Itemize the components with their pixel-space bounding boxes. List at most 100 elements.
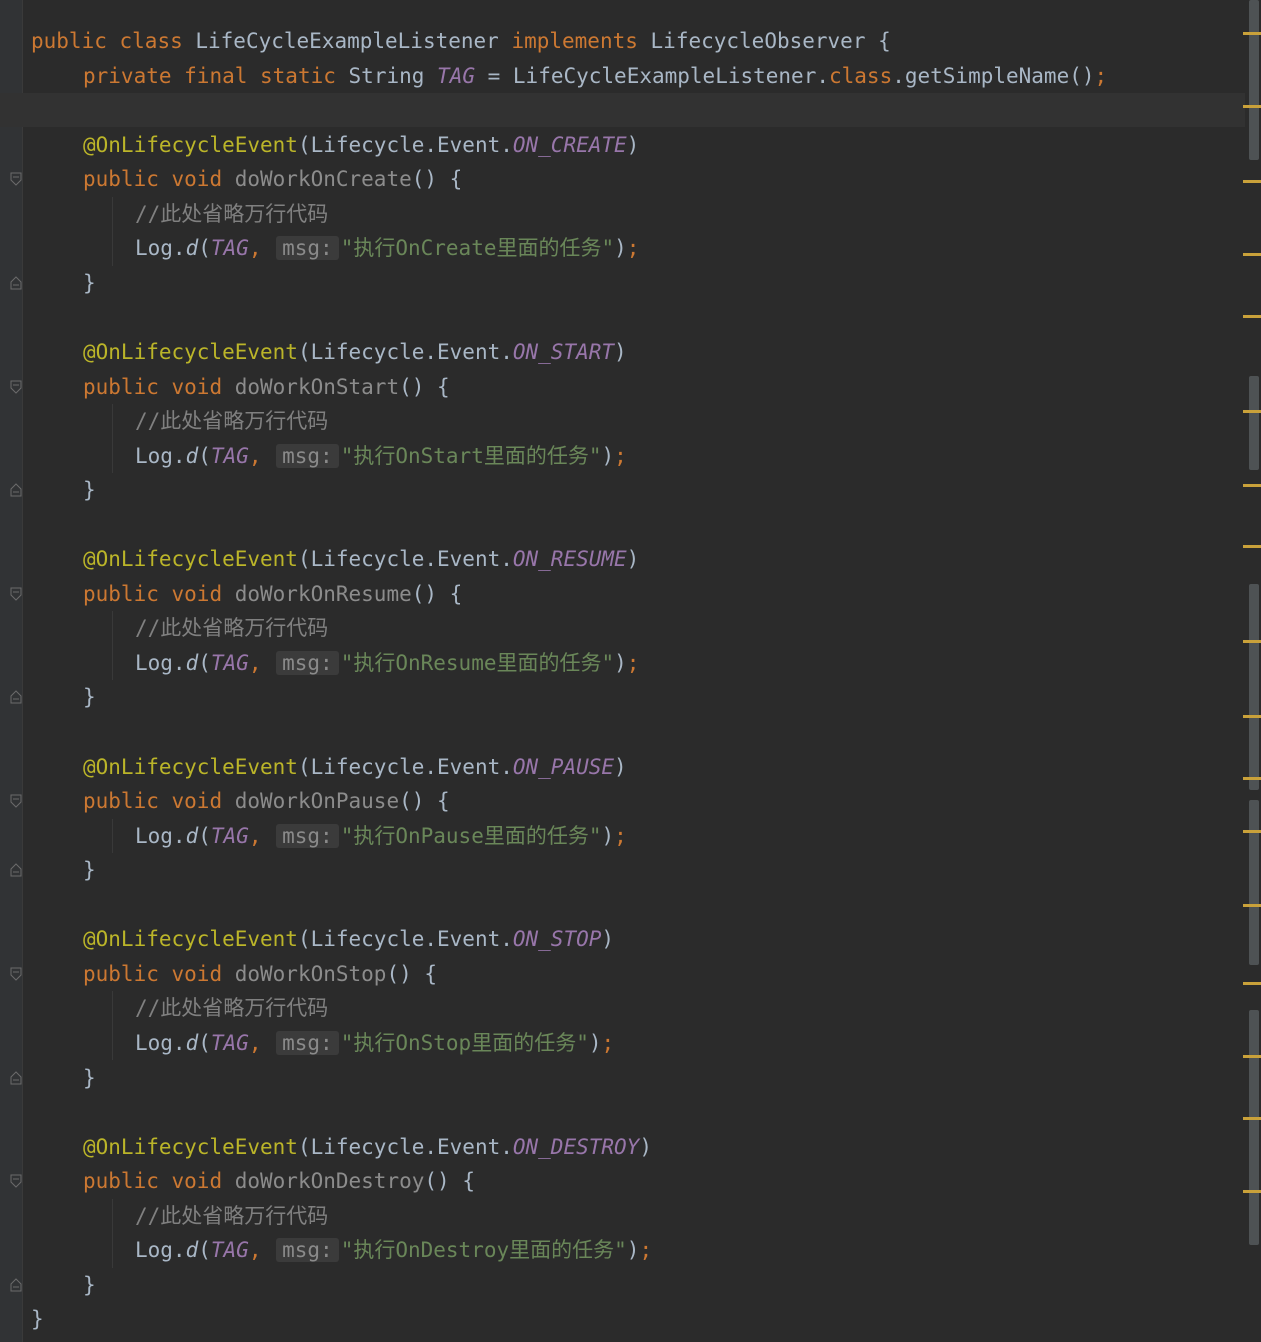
fold-close-icon[interactable] xyxy=(10,483,22,497)
error-stripe-marker[interactable] xyxy=(1243,904,1261,907)
code-line[interactable]: } xyxy=(0,266,1245,300)
error-stripe-marker[interactable] xyxy=(1243,1117,1261,1120)
code-line[interactable] xyxy=(0,300,1245,334)
code-line[interactable]: //此处省略万行代码 xyxy=(0,404,1245,438)
code-line[interactable]: Log.d(TAG, msg: "执行OnResume里面的任务"); xyxy=(0,646,1245,680)
code-line[interactable]: @OnLifecycleEvent(Lifecycle.Event.ON_PAU… xyxy=(0,750,1245,784)
error-stripe-marker[interactable] xyxy=(1243,105,1261,108)
code-line[interactable] xyxy=(0,1095,1245,1129)
code-line[interactable]: public void doWorkOnStart() { xyxy=(0,370,1245,404)
fold-close-icon[interactable] xyxy=(10,863,22,877)
code-token: @OnLifecycleEvent xyxy=(83,547,298,572)
fold-close-icon[interactable] xyxy=(10,1070,22,1085)
parameter-hint: msg: xyxy=(276,1030,339,1055)
code-line[interactable]: @OnLifecycleEvent(Lifecycle.Event.ON_DES… xyxy=(0,1130,1245,1164)
fold-open-icon[interactable] xyxy=(10,172,22,186)
code-line[interactable]: public void doWorkOnResume() { xyxy=(0,577,1245,611)
error-stripe-marker[interactable] xyxy=(1243,715,1261,718)
code-line[interactable]: } xyxy=(0,680,1245,714)
code-token: (Lifecycle.Event. xyxy=(297,339,513,364)
error-stripe-marker[interactable] xyxy=(1243,315,1261,318)
code-line[interactable]: } xyxy=(0,473,1245,507)
code-text: //此处省略万行代码 xyxy=(31,611,328,645)
code-token: .getSimpleName() xyxy=(892,63,1095,88)
error-stripe-marker[interactable] xyxy=(1243,253,1261,256)
scrollbar-track[interactable] xyxy=(1247,0,1261,1342)
code-line[interactable]: @OnLifecycleEvent(Lifecycle.Event.ON_STO… xyxy=(0,922,1245,956)
code-line[interactable]: } xyxy=(0,1268,1245,1302)
code-line[interactable]: Log.d(TAG, msg: "执行OnCreate里面的任务"); xyxy=(0,231,1245,265)
error-stripe-marker[interactable] xyxy=(1243,545,1261,548)
scrollbar-thumb[interactable] xyxy=(1249,584,1259,790)
code-line[interactable]: //此处省略万行代码 xyxy=(0,1199,1245,1233)
code-line[interactable]: @OnLifecycleEvent(Lifecycle.Event.ON_CRE… xyxy=(0,128,1245,162)
code-line[interactable]: private final static String TAG = LifeCy… xyxy=(0,59,1245,93)
fold-open-icon[interactable] xyxy=(10,967,22,981)
code-text: @OnLifecycleEvent(Lifecycle.Event.ON_CRE… xyxy=(31,128,639,162)
fold-open-icon[interactable] xyxy=(10,794,22,808)
code-token: Log. xyxy=(135,823,186,848)
code-token: } xyxy=(83,478,96,503)
fold-close-icon[interactable] xyxy=(10,276,22,290)
error-stripe-marker[interactable] xyxy=(1243,180,1261,183)
code-line[interactable]: @OnLifecycleEvent(Lifecycle.Event.ON_RES… xyxy=(0,542,1245,576)
scrollbar-thumb[interactable] xyxy=(1249,1010,1259,1245)
code-token: ON_STOP xyxy=(512,927,602,952)
code-line[interactable]: public class LifeCycleExampleListener im… xyxy=(0,24,1245,58)
code-line[interactable]: public void doWorkOnCreate() { xyxy=(0,162,1245,196)
error-stripe-marker[interactable] xyxy=(1243,1055,1261,1058)
code-token: implements xyxy=(511,29,651,53)
code-line[interactable]: @OnLifecycleEvent(Lifecycle.Event.ON_STA… xyxy=(0,335,1245,369)
code-line[interactable]: //此处省略万行代码 xyxy=(0,991,1245,1025)
fold-open-icon[interactable] xyxy=(10,1174,22,1188)
code-text: @OnLifecycleEvent(Lifecycle.Event.ON_RES… xyxy=(31,542,639,576)
code-line[interactable] xyxy=(0,888,1245,922)
code-line[interactable]: } xyxy=(0,853,1245,887)
code-line[interactable]: public void doWorkOnDestroy() { xyxy=(0,1164,1245,1198)
code-token: doWorkOnPause xyxy=(234,789,400,814)
code-line[interactable]: //此处省略万行代码 xyxy=(0,611,1245,645)
code-editor[interactable]: public class LifeCycleExampleListener im… xyxy=(0,0,1261,1342)
error-stripe-marker[interactable] xyxy=(1243,1190,1261,1193)
indent-guide xyxy=(112,1198,113,1268)
code-line[interactable]: Log.d(TAG, msg: "执行OnDestroy里面的任务"); xyxy=(0,1233,1245,1267)
fold-open-icon[interactable] xyxy=(10,587,22,601)
code-line[interactable] xyxy=(0,508,1245,542)
scrollbar-thumb[interactable] xyxy=(1249,800,1259,965)
fold-open-icon[interactable] xyxy=(10,380,22,394)
code-text: Log.d(TAG, msg: "执行OnPause里面的任务"); xyxy=(31,819,627,853)
code-line[interactable]: Log.d(TAG, msg: "执行OnStart里面的任务"); xyxy=(0,439,1245,473)
code-line[interactable]: Log.d(TAG, msg: "执行OnPause里面的任务"); xyxy=(0,819,1245,853)
code-token: @OnLifecycleEvent xyxy=(83,339,298,364)
error-stripe-marker[interactable] xyxy=(1243,32,1261,35)
code-line[interactable]: //此处省略万行代码 xyxy=(0,197,1245,231)
code-token: "执行OnStop里面的任务" xyxy=(340,1030,589,1055)
code-line[interactable] xyxy=(0,93,1245,128)
error-stripe-marker[interactable] xyxy=(1243,410,1261,413)
fold-close-icon[interactable] xyxy=(10,1278,22,1292)
code-token: (Lifecycle.Event. xyxy=(297,754,513,779)
code-token: ; xyxy=(614,823,627,848)
code-token: ( xyxy=(198,823,211,848)
code-text: public void doWorkOnStart() { xyxy=(31,370,450,404)
code-line[interactable] xyxy=(0,715,1245,749)
code-text: Log.d(TAG, msg: "执行OnResume里面的任务"); xyxy=(31,646,639,680)
code-line[interactable]: public void doWorkOnStop() { xyxy=(0,957,1245,991)
code-token: @OnLifecycleEvent xyxy=(83,754,298,779)
code-token: ) xyxy=(626,1238,640,1263)
scrollbar-thumb[interactable] xyxy=(1249,0,1259,160)
code-line[interactable]: public void doWorkOnPause() { xyxy=(0,784,1245,818)
code-token: //此处省略万行代码 xyxy=(135,409,329,434)
error-stripe-marker[interactable] xyxy=(1243,830,1261,833)
code-line[interactable]: Log.d(TAG, msg: "执行OnStop里面的任务"); xyxy=(0,1026,1245,1060)
error-stripe-marker[interactable] xyxy=(1243,777,1261,780)
error-stripe-marker[interactable] xyxy=(1243,982,1261,985)
error-stripe-marker[interactable] xyxy=(1243,640,1261,643)
scrollbar-thumb[interactable] xyxy=(1249,376,1259,470)
fold-close-icon[interactable] xyxy=(10,690,22,704)
code-token: } xyxy=(31,1307,44,1332)
error-stripe-marker[interactable] xyxy=(1243,484,1261,487)
indent-guide xyxy=(112,991,113,1061)
code-line[interactable]: } xyxy=(0,1061,1245,1095)
code-line[interactable]: } xyxy=(0,1302,1245,1336)
